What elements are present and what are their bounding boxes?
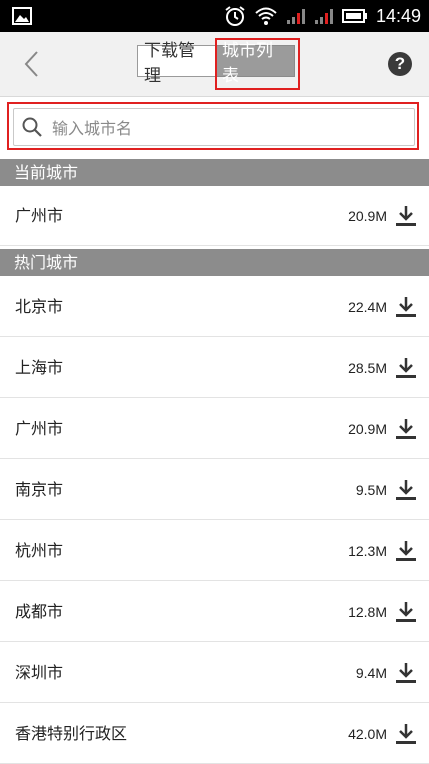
city-row[interactable]: 广州市 20.9M xyxy=(0,399,429,459)
status-bar: 14:49 xyxy=(0,0,429,32)
search-icon xyxy=(22,117,42,137)
battery-icon xyxy=(341,9,367,23)
city-size: 12.8M xyxy=(348,604,387,620)
download-icon[interactable] xyxy=(395,418,417,440)
city-size: 20.9M xyxy=(348,421,387,437)
city-name: 深圳市 xyxy=(15,663,64,682)
city-size: 12.3M xyxy=(348,543,387,559)
city-name: 广州市 xyxy=(15,206,64,225)
help-icon[interactable]: ? xyxy=(388,52,412,76)
city-size: 9.4M xyxy=(355,665,387,681)
status-time: 14:49 xyxy=(375,5,421,26)
city-name: 成都市 xyxy=(15,602,64,621)
city-row[interactable]: 深圳市 9.4M xyxy=(0,643,429,703)
city-row[interactable]: 广州市 20.9M xyxy=(0,186,429,246)
signal-icon xyxy=(286,9,305,24)
download-icon[interactable] xyxy=(395,723,417,745)
download-icon[interactable] xyxy=(395,662,417,684)
download-icon[interactable] xyxy=(395,540,417,562)
section-hot-cities: 热门城市 xyxy=(0,249,429,276)
city-row[interactable]: 上海市 28.5M xyxy=(0,338,429,398)
tab-download-manager[interactable]: 下载管理 xyxy=(137,41,215,86)
download-icon[interactable] xyxy=(395,357,417,379)
search-input[interactable] xyxy=(50,109,394,147)
city-row[interactable]: 北京市 22.4M xyxy=(0,277,429,337)
city-size: 20.9M xyxy=(348,208,387,224)
city-name: 上海市 xyxy=(15,358,64,377)
download-icon[interactable] xyxy=(395,296,417,318)
image-icon xyxy=(12,7,32,25)
city-size: 42.0M xyxy=(348,726,387,742)
city-size: 22.4M xyxy=(348,299,387,315)
city-name: 广州市 xyxy=(15,419,64,438)
search-box[interactable] xyxy=(13,108,415,147)
tab-highlight-box xyxy=(215,38,300,90)
chevron-left-icon[interactable] xyxy=(22,50,42,78)
download-icon[interactable] xyxy=(395,601,417,623)
city-size: 9.5M xyxy=(355,482,387,498)
city-row[interactable]: 成都市 12.8M xyxy=(0,582,429,642)
city-row[interactable]: 香港特别行政区 42.0M xyxy=(0,704,429,764)
download-icon[interactable] xyxy=(395,479,417,501)
city-name: 南京市 xyxy=(15,480,64,499)
city-row[interactable]: 南京市 9.5M xyxy=(0,460,429,520)
section-current-city: 当前城市 xyxy=(0,159,429,186)
download-icon[interactable] xyxy=(395,205,417,227)
signal-icon xyxy=(314,9,333,24)
wifi-icon xyxy=(255,7,277,25)
alarm-icon xyxy=(225,6,245,26)
city-name: 香港特别行政区 xyxy=(15,724,128,743)
city-name: 杭州市 xyxy=(15,541,64,560)
city-row[interactable]: 杭州市 12.3M xyxy=(0,521,429,581)
city-name: 北京市 xyxy=(15,297,64,316)
city-size: 28.5M xyxy=(348,360,387,376)
